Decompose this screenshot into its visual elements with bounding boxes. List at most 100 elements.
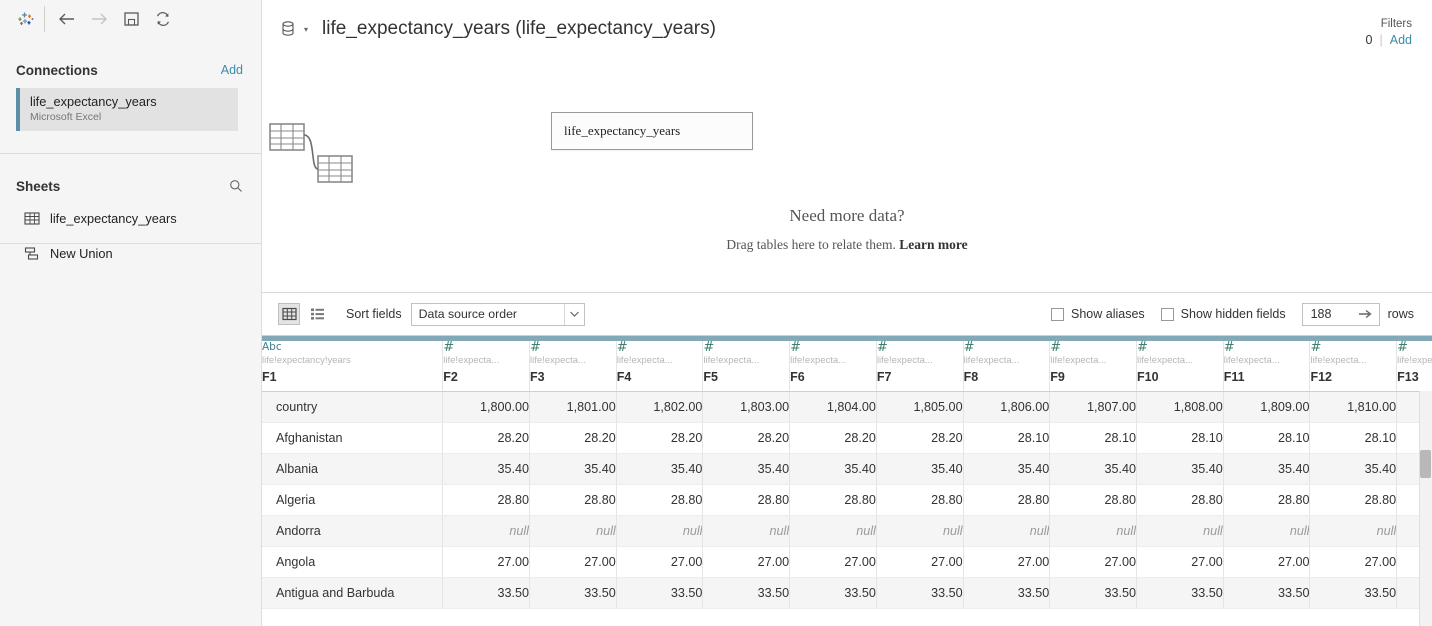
table-cell: null	[529, 515, 616, 546]
sort-order-value: Data source order	[412, 307, 517, 321]
column-header-f11[interactable]: #life!expecta...F11	[1223, 341, 1310, 391]
empty-state-subtitle: Drag tables here to relate them.	[726, 237, 895, 252]
table-cell: 33.50	[703, 577, 790, 608]
refresh-icon[interactable]	[147, 4, 179, 34]
chevron-down-icon[interactable]: ▾	[304, 25, 308, 34]
add-filter-link[interactable]: Add	[1390, 33, 1412, 47]
sheet-item-life-expectancy-years[interactable]: life_expectancy_years	[0, 206, 261, 231]
vertical-scrollbar-thumb[interactable]	[1420, 450, 1431, 478]
table-cell: 28.20	[703, 422, 790, 453]
number-type-icon: #	[1310, 341, 1396, 354]
table-cell: 28.20	[443, 422, 530, 453]
table-row[interactable]: Afghanistan28.2028.2028.2028.2028.2028.2…	[262, 422, 1432, 453]
connection-item-life-expectancy-years[interactable]: life_expectancy_years Microsoft Excel	[16, 88, 238, 131]
table-row[interactable]: country1,800.001,801.001,802.001,803.001…	[262, 391, 1432, 422]
column-name: F11	[1224, 369, 1310, 385]
table-cell: 35.40	[703, 453, 790, 484]
sheets-header: Sheets	[0, 172, 261, 200]
table-cell: 27.00	[876, 546, 963, 577]
back-arrow-icon[interactable]	[51, 4, 83, 34]
show-aliases-checkbox[interactable]: Show aliases	[1051, 307, 1145, 321]
column-name: F6	[790, 369, 876, 385]
show-aliases-label: Show aliases	[1071, 307, 1145, 321]
table-cell: 35.40	[529, 453, 616, 484]
column-header-f13[interactable]: #life!expecta...F13	[1397, 341, 1432, 391]
checkbox-box[interactable]	[1051, 308, 1064, 321]
table-cell: null	[963, 515, 1050, 546]
table-row[interactable]: Antigua and Barbuda33.5033.5033.5033.503…	[262, 577, 1432, 608]
table-cell: null	[790, 515, 877, 546]
connections-title: Connections	[16, 63, 98, 78]
table-row[interactable]: Angola27.0027.0027.0027.0027.0027.0027.0…	[262, 546, 1432, 577]
table-row[interactable]: Algeria28.8028.8028.8028.8028.8028.8028.…	[262, 484, 1432, 515]
forward-arrow-icon[interactable]	[83, 4, 115, 34]
column-header-f2[interactable]: #life!expecta...F2	[443, 341, 530, 391]
filters-count: 0	[1366, 33, 1373, 47]
table-cell: 28.10	[1310, 422, 1397, 453]
table-cell: 27.00	[1223, 546, 1310, 577]
table-cell: 35.40	[1050, 453, 1137, 484]
table-row[interactable]: Albania35.4035.4035.4035.4035.4035.4035.…	[262, 453, 1432, 484]
grid-view-icon[interactable]	[278, 303, 300, 325]
column-header-f4[interactable]: #life!expecta...F4	[616, 341, 703, 391]
table-row[interactable]: Andorranullnullnullnullnullnullnullnulln…	[262, 515, 1432, 546]
table-cell: 28.20	[790, 422, 877, 453]
table-cell: 33.50	[876, 577, 963, 608]
number-type-icon: #	[1050, 341, 1136, 354]
list-view-icon[interactable]	[306, 303, 328, 325]
column-source: life!expecta...	[617, 354, 703, 368]
number-type-icon: #	[790, 341, 876, 354]
column-header-f10[interactable]: #life!expecta...F10	[1137, 341, 1224, 391]
tableau-logo-icon[interactable]	[8, 2, 42, 36]
number-type-icon: #	[964, 341, 1050, 354]
column-header-f8[interactable]: #life!expecta...F8	[963, 341, 1050, 391]
filters-label: Filters	[1366, 18, 1412, 30]
sheet-item-new-union[interactable]: New Union	[0, 241, 261, 266]
column-header-f12[interactable]: #life!expecta...F12	[1310, 341, 1397, 391]
search-icon[interactable]	[229, 179, 243, 193]
checkbox-box[interactable]	[1161, 308, 1174, 321]
column-source: life!expecta...	[1397, 354, 1432, 368]
rows-label: rows	[1388, 307, 1414, 321]
save-icon[interactable]	[115, 4, 147, 34]
column-name: F10	[1137, 369, 1223, 385]
table-cell: 1,807.00	[1050, 391, 1137, 422]
table-cell: 33.50	[1137, 577, 1224, 608]
learn-more-link[interactable]: Learn more	[899, 237, 967, 252]
table-cell: 33.50	[529, 577, 616, 608]
show-hidden-fields-checkbox[interactable]: Show hidden fields	[1161, 307, 1286, 321]
sheet-label: New Union	[50, 246, 113, 261]
add-connection-link[interactable]: Add	[221, 63, 243, 77]
number-type-icon: #	[617, 341, 703, 354]
table-cell: 35.40	[1310, 453, 1397, 484]
table-cell: 1,801.00	[529, 391, 616, 422]
column-header-f7[interactable]: #life!expecta...F7	[876, 341, 963, 391]
rows-input[interactable]: 188	[1302, 303, 1380, 326]
column-name: F7	[877, 369, 963, 385]
table-cell: 35.40	[1223, 453, 1310, 484]
sort-order-select[interactable]: Data source order	[411, 303, 585, 326]
column-name: F5	[703, 369, 789, 385]
text-type-icon: Abc	[262, 341, 442, 354]
table-cell: 28.80	[963, 484, 1050, 515]
column-header-f5[interactable]: #life!expecta...F5	[703, 341, 790, 391]
column-header-f1[interactable]: Abclife!expectancy!yearsF1	[262, 341, 443, 391]
chevron-down-icon[interactable]	[564, 304, 584, 325]
database-icon[interactable]	[280, 20, 296, 38]
table-cell: 27.00	[963, 546, 1050, 577]
column-source: life!expecta...	[790, 354, 876, 368]
column-header-f9[interactable]: #life!expecta...F9	[1050, 341, 1137, 391]
arrow-right-icon[interactable]	[1359, 309, 1373, 319]
vertical-scrollbar-track[interactable]	[1419, 391, 1432, 626]
table-cell: 28.20	[876, 422, 963, 453]
column-header-f3[interactable]: #life!expecta...F3	[529, 341, 616, 391]
column-source: life!expecta...	[443, 354, 529, 368]
table-icon	[24, 211, 40, 226]
number-type-icon: #	[1224, 341, 1310, 354]
table-cell: null	[616, 515, 703, 546]
data-grid-header-row: Abclife!expectancy!yearsF1#life!expecta.…	[262, 341, 1432, 391]
table-cell: 28.80	[1223, 484, 1310, 515]
data-grid[interactable]: Abclife!expectancy!yearsF1#life!expecta.…	[262, 335, 1432, 626]
column-source: life!expecta...	[530, 354, 616, 368]
column-header-f6[interactable]: #life!expecta...F6	[790, 341, 877, 391]
